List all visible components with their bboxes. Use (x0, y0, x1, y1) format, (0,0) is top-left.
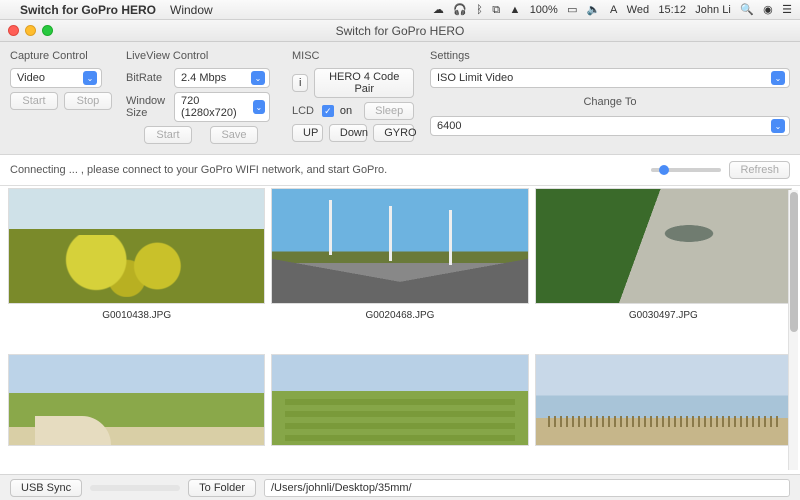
thumbnail[interactable] (271, 354, 528, 471)
gyro-button[interactable]: GYRO (373, 124, 414, 142)
bluetooth-icon[interactable]: ᛒ (476, 4, 483, 16)
thumbnail-filename: G0030497.JPG (629, 304, 698, 325)
chevron-down-icon: ⌄ (771, 71, 785, 85)
chevron-down-icon: ⌄ (83, 71, 97, 85)
window-title: Switch for GoPro HERO (0, 24, 800, 38)
settings-property-select[interactable]: ISO Limit Video ⌄ (430, 68, 790, 88)
zoom-slider[interactable] (651, 168, 721, 172)
settings-header: Settings (430, 50, 790, 62)
liveview-save-button[interactable]: Save (210, 126, 258, 144)
up-button[interactable]: UP (292, 124, 323, 142)
wifi-icon[interactable]: ▲ (509, 4, 520, 16)
lcd-checkbox[interactable]: ✓ (322, 105, 334, 117)
thumbnail[interactable] (8, 354, 265, 471)
indicator-icon[interactable]: ◉ (763, 4, 773, 16)
app-menu[interactable]: Switch for GoPro HERO (20, 3, 156, 17)
input-icon[interactable]: A (610, 4, 617, 16)
thumbnail-image (271, 188, 528, 304)
headphones-icon[interactable]: 🎧 (453, 4, 467, 16)
user-name[interactable]: John Li (695, 4, 730, 16)
capture-control-group: Capture Control Video ⌄ Start Stop (10, 50, 110, 144)
thumbnail-filename: G0010438.JPG (102, 304, 171, 325)
thumbnail[interactable]: G0030497.JPG (535, 188, 792, 350)
slider-thumb[interactable] (659, 165, 669, 175)
thumbnail-image (535, 188, 792, 304)
folder-path-field[interactable]: /Users/johnli/Desktop/35mm/ (264, 479, 790, 497)
cloud-icon[interactable]: ☁︎ (433, 4, 444, 16)
battery-percent: 100% (530, 4, 558, 16)
dropbox-icon[interactable]: ⧉ (492, 4, 500, 16)
settings-value-select[interactable]: 6400 ⌄ (430, 116, 790, 136)
liveview-header: LiveView Control (126, 50, 276, 62)
liveview-control-group: LiveView Control BitRate 2.4 Mbps ⌄ Wind… (126, 50, 276, 144)
bitrate-label: BitRate (126, 72, 168, 84)
thumbnail-image (8, 354, 265, 446)
misc-info-button[interactable]: i (292, 74, 308, 92)
thumbnail[interactable]: G0010438.JPG (8, 188, 265, 350)
chevron-down-icon: ⌄ (771, 119, 785, 133)
thumbnail-filename: G0020468.JPG (366, 304, 435, 325)
chevron-down-icon: ⌄ (251, 71, 265, 85)
capture-control-header: Capture Control (10, 50, 110, 62)
clock-day[interactable]: Wed (627, 4, 649, 16)
thumbnail[interactable]: G0020468.JPG (271, 188, 528, 350)
thumbnail-image (8, 188, 265, 304)
battery-icon[interactable]: ▭ (567, 4, 577, 16)
lcd-label: LCD (292, 105, 316, 117)
controls-panel: Capture Control Video ⌄ Start Stop LiveV… (0, 42, 800, 155)
sleep-button[interactable]: Sleep (364, 102, 414, 120)
liveview-start-button[interactable]: Start (144, 126, 192, 144)
notification-center-icon[interactable]: ☰ (782, 4, 792, 16)
window-size-value: 720 (1280x720) (181, 95, 249, 119)
vertical-scrollbar[interactable] (788, 190, 798, 470)
scrollbar-handle[interactable] (790, 192, 798, 332)
thumbnail-image (271, 354, 528, 446)
capture-start-button[interactable]: Start (10, 92, 58, 110)
capture-mode-value: Video (17, 72, 45, 84)
chevron-down-icon: ⌄ (253, 100, 265, 114)
sync-progress-bar (90, 485, 180, 491)
refresh-button[interactable]: Refresh (729, 161, 790, 179)
window-titlebar: Switch for GoPro HERO (0, 20, 800, 42)
footer-bar: USB Sync To Folder /Users/johnli/Desktop… (0, 474, 800, 500)
window-size-select[interactable]: 720 (1280x720) ⌄ (174, 92, 270, 122)
volume-icon[interactable]: 🔈 (587, 4, 601, 16)
status-text: Connecting ... , please connect to your … (10, 164, 387, 176)
change-to-label: Change To (430, 92, 790, 112)
lcd-on-label: on (340, 105, 352, 117)
menubar-status-area: ☁︎ 🎧 ᛒ ⧉ ▲ 100% ▭ 🔈 A Wed 15:12 John Li … (427, 2, 792, 17)
down-button[interactable]: Down (329, 124, 367, 142)
bitrate-value: 2.4 Mbps (181, 72, 226, 84)
photo-gallery: G0010438.JPG G0020468.JPG G0030497.JPG (0, 185, 800, 471)
status-row: Connecting ... , please connect to your … (0, 155, 800, 185)
usb-sync-button[interactable]: USB Sync (10, 479, 82, 497)
system-menubar: Switch for GoPro HERO Window ☁︎ 🎧 ᛒ ⧉ ▲ … (0, 0, 800, 20)
misc-header: MISC (292, 50, 414, 62)
capture-mode-select[interactable]: Video ⌄ (10, 68, 102, 88)
clock-time[interactable]: 15:12 (658, 4, 686, 16)
settings-group: Settings ISO Limit Video ⌄ Change To 640… (430, 50, 790, 144)
window-menu[interactable]: Window (170, 3, 213, 17)
settings-property-value: ISO Limit Video (437, 72, 513, 84)
thumbnail[interactable] (535, 354, 792, 471)
bitrate-select[interactable]: 2.4 Mbps ⌄ (174, 68, 270, 88)
code-pair-button[interactable]: HERO 4 Code Pair (314, 68, 414, 98)
spotlight-icon[interactable]: 🔍 (740, 4, 754, 16)
capture-stop-button[interactable]: Stop (64, 92, 112, 110)
thumbnail-image (535, 354, 792, 446)
window-size-label: Window Size (126, 95, 168, 119)
to-folder-button[interactable]: To Folder (188, 479, 256, 497)
misc-group: MISC i HERO 4 Code Pair LCD ✓ on Sleep U… (292, 50, 414, 144)
settings-value: 6400 (437, 120, 461, 132)
